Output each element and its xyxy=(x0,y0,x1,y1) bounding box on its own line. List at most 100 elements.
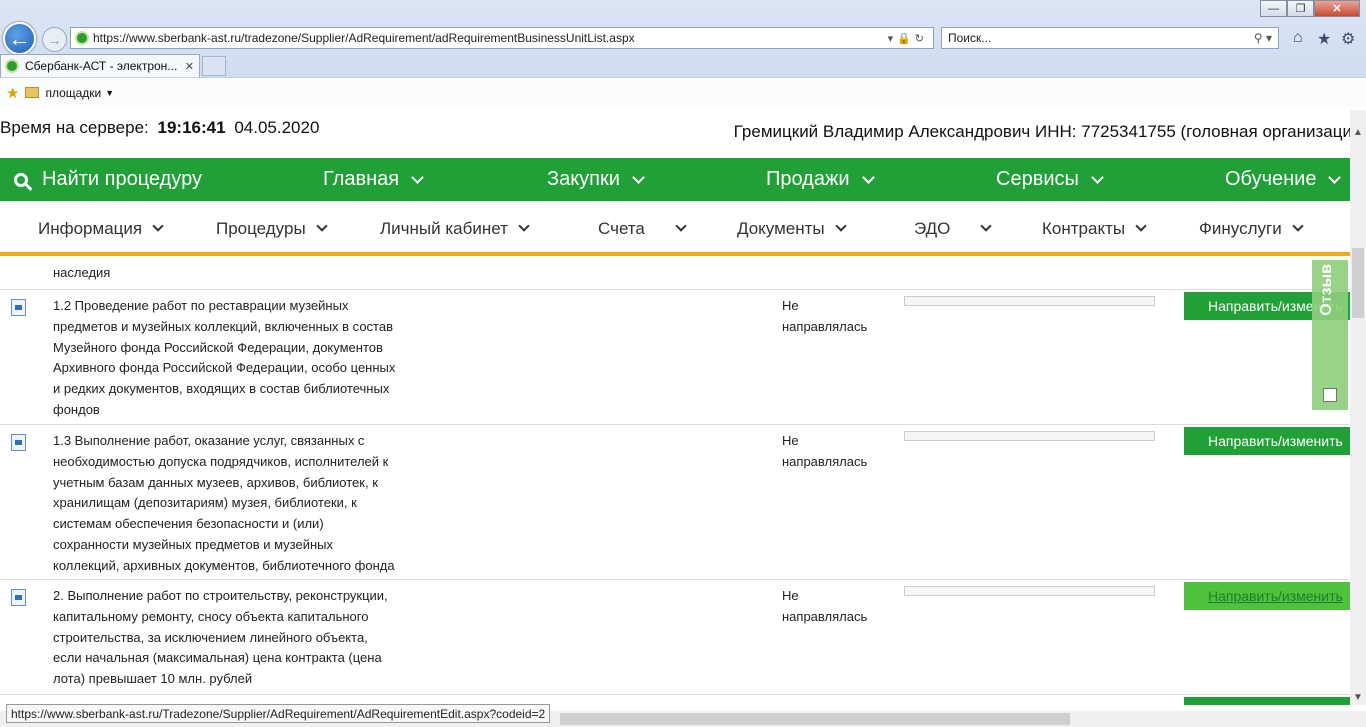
browser-chrome: — ❐ ✕ ← → https://www.sberbank-ast.ru/tr… xyxy=(0,0,1366,107)
favorites-folder[interactable]: площадки xyxy=(45,86,101,100)
tab-title: Сбербанк-АСТ - электрон... xyxy=(25,59,178,73)
nav-label: Обучение xyxy=(1225,168,1317,190)
row-status: Не направлялась xyxy=(782,586,892,628)
status-line: Не xyxy=(782,588,799,603)
scroll-up-icon[interactable]: ▲ xyxy=(1350,124,1366,140)
chevron-down-icon xyxy=(1292,220,1304,232)
close-tab-icon[interactable]: ✕ xyxy=(185,60,194,73)
subnav-finservices[interactable]: Финуслуги xyxy=(1199,201,1304,256)
table-row: 2. Выполнение работ по строительству, ре… xyxy=(0,580,1350,695)
desc-line: капитальному ремонту, сносу объекта капи… xyxy=(53,608,369,624)
favorites-star-icon[interactable]: ★ xyxy=(1317,29,1331,49)
subnav-documents[interactable]: Документы xyxy=(737,201,847,256)
server-time-label: Время на сервере: xyxy=(0,118,149,137)
nav-purchases[interactable]: Закупки xyxy=(547,158,645,201)
main-navigation: Найти процедуру Главная Закупки Продажи … xyxy=(0,158,1356,201)
scroll-thumb[interactable] xyxy=(1352,248,1364,318)
edit-pencil-icon xyxy=(1323,388,1337,402)
search-icon xyxy=(14,172,28,187)
document-icon[interactable] xyxy=(11,299,26,316)
desc-line: фондов xyxy=(53,401,100,417)
row-status: Не направлялась xyxy=(782,431,892,473)
chevron-down-icon xyxy=(675,220,687,232)
search-placeholder[interactable]: Поиск... xyxy=(948,31,991,45)
nav-sales[interactable]: Продажи xyxy=(766,158,875,201)
chevron-down-icon xyxy=(152,220,164,232)
desc-line: необходимостью допуска подрядчиков, испо… xyxy=(53,453,389,469)
status-line: Не xyxy=(782,298,799,313)
window-controls: — ❐ ✕ xyxy=(1260,0,1360,17)
table-row: 1.3 Выполнение работ, оказание услуг, св… xyxy=(0,425,1350,580)
scroll-thumb[interactable] xyxy=(560,713,1070,725)
desc-line: предметов и музейных коллекций, включенн… xyxy=(53,318,393,334)
chevron-down-icon xyxy=(316,220,328,232)
desc-line: и редких документов, входящих в состав б… xyxy=(53,381,390,397)
table-row: 1.2 Проведение работ по реставрации музе… xyxy=(0,290,1350,425)
subnav-edo[interactable]: ЭДО xyxy=(914,201,993,256)
subnav-contracts[interactable]: Контракты xyxy=(1042,201,1147,256)
add-favorite-icon[interactable]: ★ xyxy=(6,84,19,102)
progress-bar xyxy=(904,296,1155,306)
subnav-label: Процедуры xyxy=(216,218,306,238)
status-line: направлялась xyxy=(782,318,868,334)
subnav-info[interactable]: Информация xyxy=(38,201,164,256)
chevron-down-icon xyxy=(1091,170,1104,184)
home-icon[interactable]: ⌂ xyxy=(1293,29,1303,47)
subnav-label: Документы xyxy=(737,218,825,238)
maximize-button[interactable]: ❐ xyxy=(1287,0,1314,17)
subnav-label: Контракты xyxy=(1042,218,1126,238)
user-info[interactable]: Гремицкий Владимир Александрович ИНН: 77… xyxy=(734,122,1352,142)
subnav-label: Счета xyxy=(598,218,645,238)
row-status: Не направлялась xyxy=(782,296,892,338)
address-bar[interactable]: https://www.sberbank-ast.ru/tradezone/Su… xyxy=(70,27,934,49)
desc-line: 1.2 Проведение работ по реставрации музе… xyxy=(53,298,349,313)
search-icon[interactable]: ⚲ ▾ xyxy=(1254,31,1272,45)
find-procedure-label: Найти процедуру xyxy=(42,168,202,190)
nav-services[interactable]: Сервисы xyxy=(996,158,1104,201)
desc-line: 1.3 Выполнение работ, оказание услуг, св… xyxy=(53,433,365,448)
dropdown-arrow-icon[interactable]: ▼ xyxy=(105,88,114,98)
document-icon[interactable] xyxy=(11,589,26,606)
feedback-tab[interactable]: Отзыв xyxy=(1312,260,1348,410)
status-line: Не xyxy=(782,701,892,705)
browser-tab[interactable]: Сбербанк-АСТ - электрон... ✕ xyxy=(0,54,200,77)
subnav-cabinet[interactable]: Личный кабинет xyxy=(380,201,530,256)
settings-gear-icon[interactable]: ⚙ xyxy=(1341,29,1355,49)
document-icon[interactable] xyxy=(11,434,26,451)
new-tab-button[interactable] xyxy=(202,56,226,76)
folder-icon xyxy=(25,87,40,98)
forward-button[interactable]: → xyxy=(42,27,67,52)
find-procedure-link[interactable]: Найти процедуру xyxy=(14,158,202,201)
search-input[interactable]: Поиск... ⚲ ▾ xyxy=(941,27,1279,49)
nav-label: Продажи xyxy=(766,168,850,190)
send-edit-button[interactable]: Направить/изменить xyxy=(1184,427,1350,455)
scroll-down-icon[interactable]: ▼ xyxy=(1350,689,1366,705)
server-time-line: Время на сервере: 19:16:41 04.05.2020 xyxy=(0,118,319,138)
vertical-scrollbar[interactable]: ▲ ▼ xyxy=(1350,110,1366,705)
back-button[interactable]: ← xyxy=(3,22,36,55)
subnav-label: Информация xyxy=(38,218,143,238)
status-line: направлялась xyxy=(782,453,868,469)
chevron-down-icon xyxy=(632,170,645,184)
send-edit-button[interactable]: Направить/изменить xyxy=(1184,697,1350,705)
address-actions[interactable]: ▾🔒↻ xyxy=(888,32,928,45)
minimize-button[interactable]: — xyxy=(1260,0,1287,17)
close-window-button[interactable]: ✕ xyxy=(1314,0,1360,17)
status-line: Не xyxy=(782,433,799,448)
desc-line: сохранности музейных предметов и музейны… xyxy=(53,536,334,552)
address-url[interactable]: https://www.sberbank-ast.ru/tradezone/Su… xyxy=(93,31,635,45)
table-row: наследия xyxy=(0,260,1350,290)
nav-main[interactable]: Главная xyxy=(323,158,424,201)
chevron-down-icon xyxy=(834,220,847,232)
subnav-procedures[interactable]: Процедуры xyxy=(216,201,328,256)
progress-bar xyxy=(904,586,1155,596)
subnav-label: Финуслуги xyxy=(1199,218,1282,238)
requirements-table: наследия 1.2 Проведение работ по реставр… xyxy=(0,260,1350,705)
subnav-accounts[interactable]: Счета xyxy=(598,201,687,256)
nav-training[interactable]: Обучение xyxy=(1225,158,1342,201)
desc-line: хранилищам (депозитариям) музея, библиот… xyxy=(53,495,357,511)
progress-bar xyxy=(904,431,1155,441)
sub-navigation: Информация Процедуры Личный кабинет Счет… xyxy=(0,201,1356,256)
server-time: 19:16:41 xyxy=(157,118,226,137)
send-edit-button[interactable]: Направить/изменить xyxy=(1184,582,1350,610)
